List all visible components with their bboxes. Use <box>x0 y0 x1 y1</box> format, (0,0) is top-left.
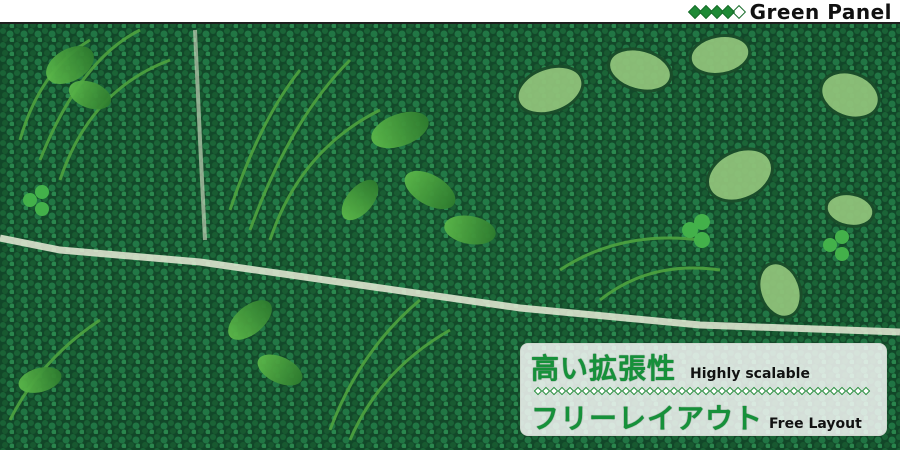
brand: Green Panel <box>687 0 892 24</box>
caption-line-1: 高い拡張性 Highly scalable <box>531 347 810 387</box>
caption-en-label-2: Free Layout <box>769 416 862 432</box>
caption-en-label-1: Highly scalable <box>690 366 810 382</box>
feature-caption: 高い拡張性 Highly scalable フリーレイアウト Free Layo… <box>520 343 887 436</box>
caption-jp-heading-1: 高い拡張性 <box>531 352 677 385</box>
divider-dot-icon <box>861 386 871 396</box>
diamond-row-icon <box>687 4 746 20</box>
title-bar: Green Panel <box>0 0 900 24</box>
caption-line-2: フリーレイアウト Free Layout <box>531 397 862 437</box>
caption-jp-heading-2: フリーレイアウト <box>531 402 764 435</box>
diamond-icon <box>731 4 746 20</box>
brand-title: Green Panel <box>749 0 892 24</box>
dotted-divider <box>533 386 871 396</box>
